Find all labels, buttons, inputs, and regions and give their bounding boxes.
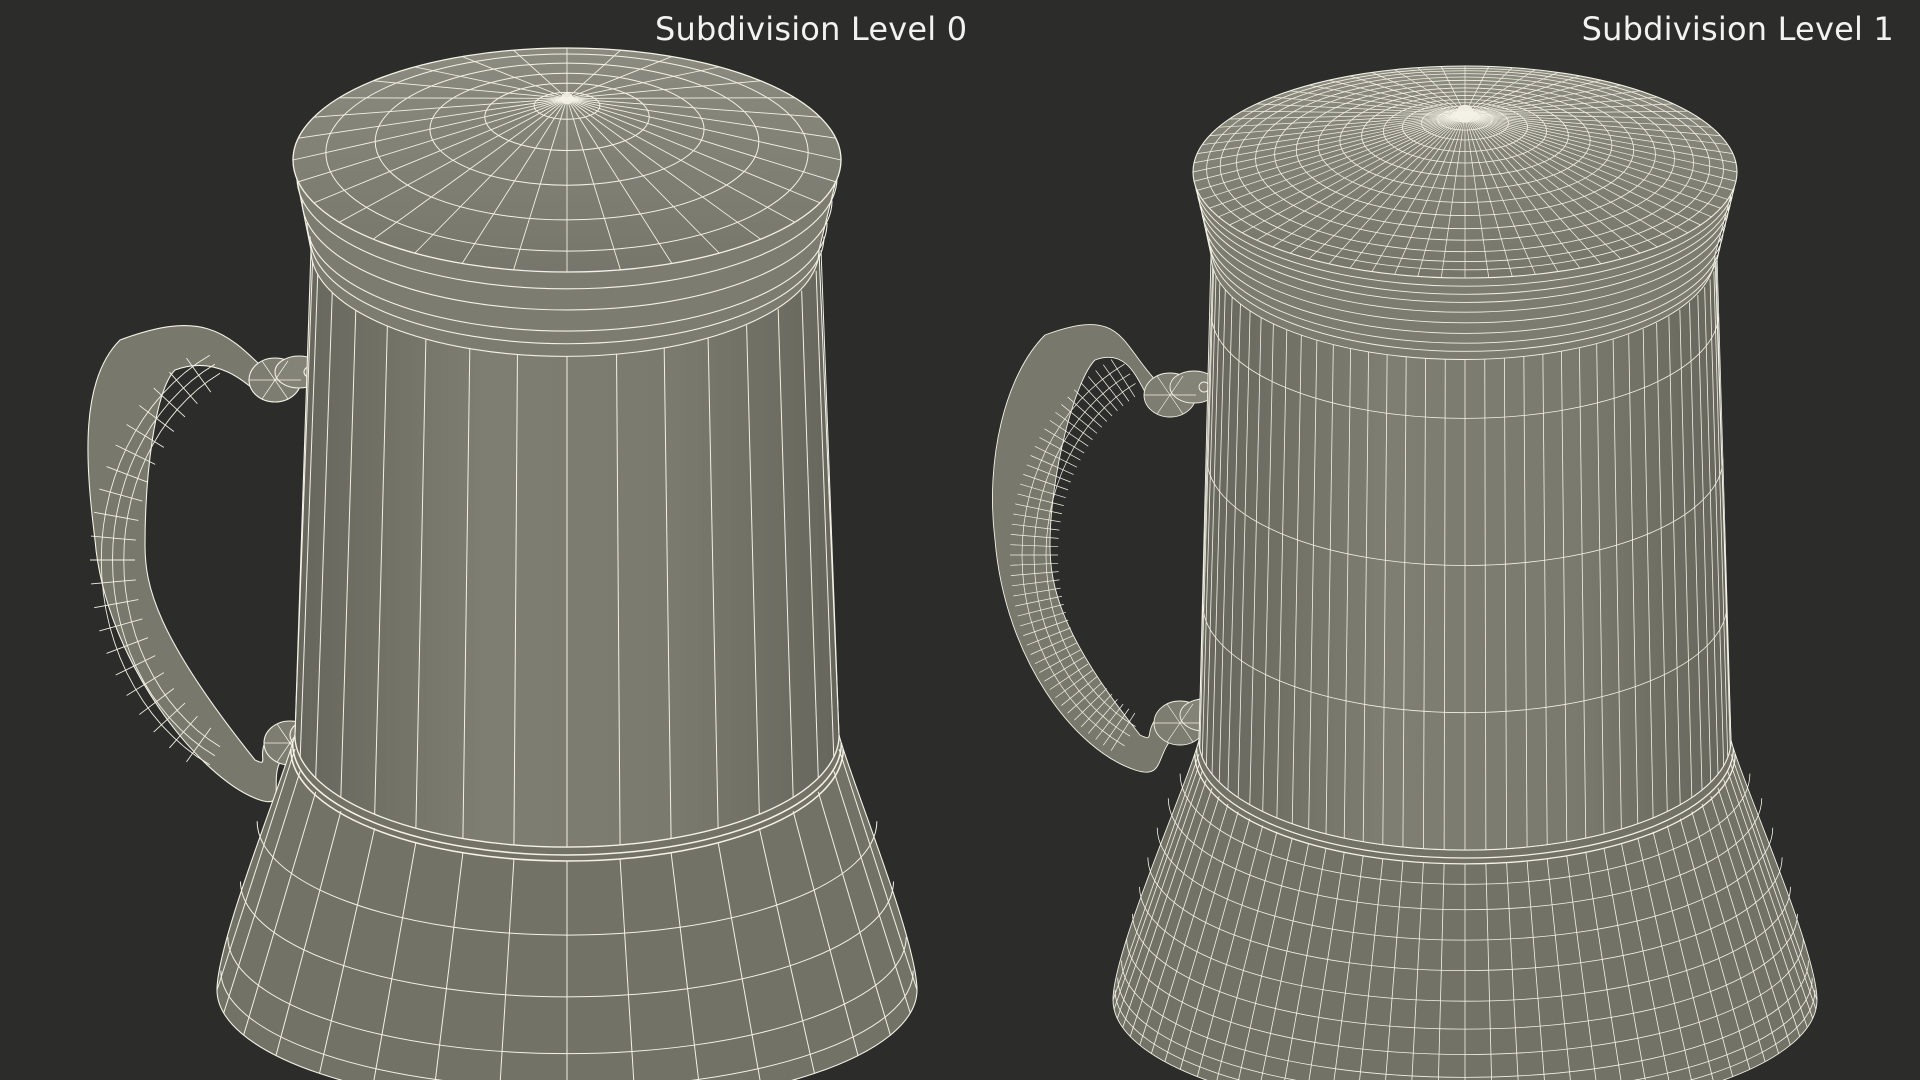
- mug-render: [87, 47, 1818, 1080]
- mug-model-subdivision-1: [992, 65, 1818, 1080]
- mug-right-handle: [992, 324, 1229, 773]
- mug-left-top-cap: [292, 47, 842, 273]
- render-viewport: Subdivision Level 0 Subdivision Level 1: [0, 0, 1920, 1080]
- mug-model-subdivision-0: [87, 47, 918, 1080]
- mug-right-top-cap: [1192, 65, 1738, 279]
